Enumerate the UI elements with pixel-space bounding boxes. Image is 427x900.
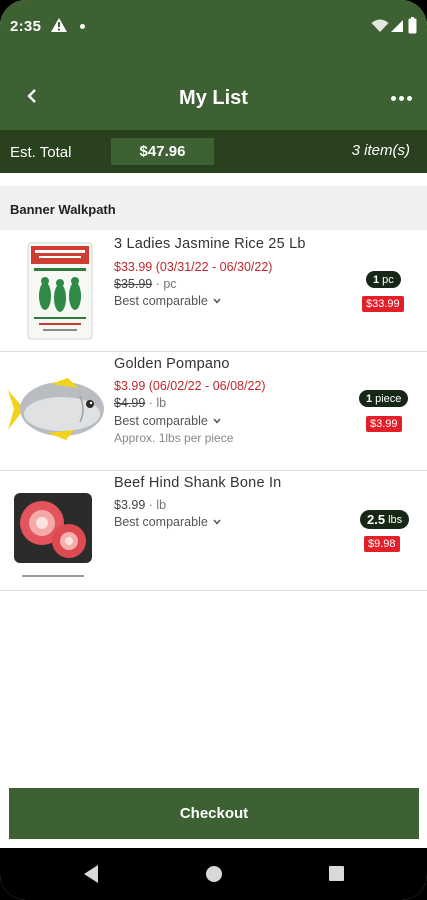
sale-dates: (03/31/22 - 06/30/22) — [155, 260, 273, 274]
nav-back-icon[interactable] — [82, 864, 100, 884]
best-comparable-dropdown[interactable]: Best comparable — [114, 294, 221, 308]
price-unit: lb — [156, 498, 167, 512]
quantity-value: 2.5 — [367, 512, 386, 527]
more-options-button[interactable] — [383, 82, 419, 114]
best-comparable-label: Best comparable — [114, 515, 208, 529]
section-header: Banner Walkpath — [0, 186, 427, 230]
total-value: $47.96 — [111, 138, 214, 165]
regular-price-row: $4.99 · lb — [114, 396, 167, 410]
wifi-icon — [371, 19, 389, 32]
quantity-unit: pc — [382, 273, 394, 286]
estimated-total-bar: Est. Total $47.96 3 item(s) — [0, 130, 427, 173]
best-comparable-label: Best comparable — [114, 294, 208, 308]
quantity-badge[interactable]: 1 pc — [366, 271, 401, 288]
approx-weight-note: Approx. 1lbs per piece — [114, 431, 234, 445]
app-bar: My List — [0, 58, 427, 130]
regular-price-row: $35.99 · pc — [114, 277, 177, 291]
more-dot-icon — [398, 95, 404, 101]
alert-icon — [51, 18, 67, 32]
quantity-value: 1 — [366, 392, 373, 405]
item-name: 3 Ladies Jasmine Rice 25 Lb — [114, 236, 306, 252]
chevron-down-icon — [213, 519, 221, 525]
status-bar: 2:35 — [0, 0, 427, 58]
best-comparable-label: Best comparable — [114, 414, 208, 428]
rice-bag-image — [27, 242, 93, 340]
quantity-badge[interactable]: 2.5 lbs — [360, 510, 410, 529]
status-time: 2:35 — [10, 18, 42, 35]
sale-price: $3.99 — [114, 379, 146, 393]
battery-icon — [408, 17, 417, 34]
regular-price: $35.99 — [114, 277, 153, 291]
checkout-button[interactable]: Checkout — [9, 788, 419, 839]
regular-price: $4.99 — [114, 396, 146, 410]
more-dot-icon — [390, 95, 396, 101]
chevron-down-icon — [213, 418, 221, 424]
sale-price-row: $3.99 (06/02/22 - 06/08/22) — [114, 379, 266, 393]
line-total-badge: $3.99 — [366, 416, 402, 432]
price-unit: pc — [163, 277, 177, 291]
price-row: $3.99 · lb — [114, 498, 167, 512]
nav-home-icon[interactable] — [206, 866, 222, 882]
best-comparable-dropdown[interactable]: Best comparable — [114, 414, 221, 428]
item-name: Beef Hind Shank Bone In — [114, 475, 282, 491]
total-label: Est. Total — [10, 144, 72, 161]
price-unit: lb — [156, 396, 167, 410]
more-dot-icon — [406, 95, 412, 101]
price: $3.99 — [114, 498, 146, 512]
quantity-unit: piece — [375, 392, 402, 405]
signal-icon — [391, 20, 403, 32]
sale-dates: (06/02/22 - 06/08/22) — [148, 379, 266, 393]
sale-price-row: $33.99 (03/31/22 - 06/30/22) — [114, 260, 272, 274]
line-total-badge: $33.99 — [362, 296, 404, 312]
beef-shank-image — [14, 493, 92, 577]
screen: 2:35 My List Est. Total $47.96 3 item(s)… — [0, 0, 427, 900]
notification-dot-icon — [80, 24, 85, 29]
nav-recents-icon[interactable] — [329, 866, 344, 881]
best-comparable-dropdown[interactable]: Best comparable — [114, 515, 221, 529]
quantity-unit: lbs — [388, 513, 403, 526]
list-item[interactable]: Beef Hind Shank Bone In $3.99 · lb Best … — [0, 471, 427, 591]
chevron-down-icon — [213, 298, 221, 304]
line-total-badge: $9.98 — [364, 536, 400, 552]
quantity-value: 1 — [373, 273, 380, 286]
list-item[interactable]: Golden Pompano $3.99 (06/02/22 - 06/08/2… — [0, 352, 427, 471]
item-count: 3 item(s) — [351, 142, 410, 159]
sale-price: $33.99 — [114, 260, 153, 274]
item-name: Golden Pompano — [114, 356, 230, 372]
page-title: My List — [179, 87, 248, 109]
fish-image — [8, 378, 104, 440]
section-title: Banner Walkpath — [10, 202, 116, 217]
list-item[interactable]: 3 Ladies Jasmine Rice 25 Lb $33.99 (03/3… — [0, 230, 427, 352]
quantity-badge[interactable]: 1 piece — [359, 390, 409, 407]
system-nav-bar — [0, 848, 427, 900]
